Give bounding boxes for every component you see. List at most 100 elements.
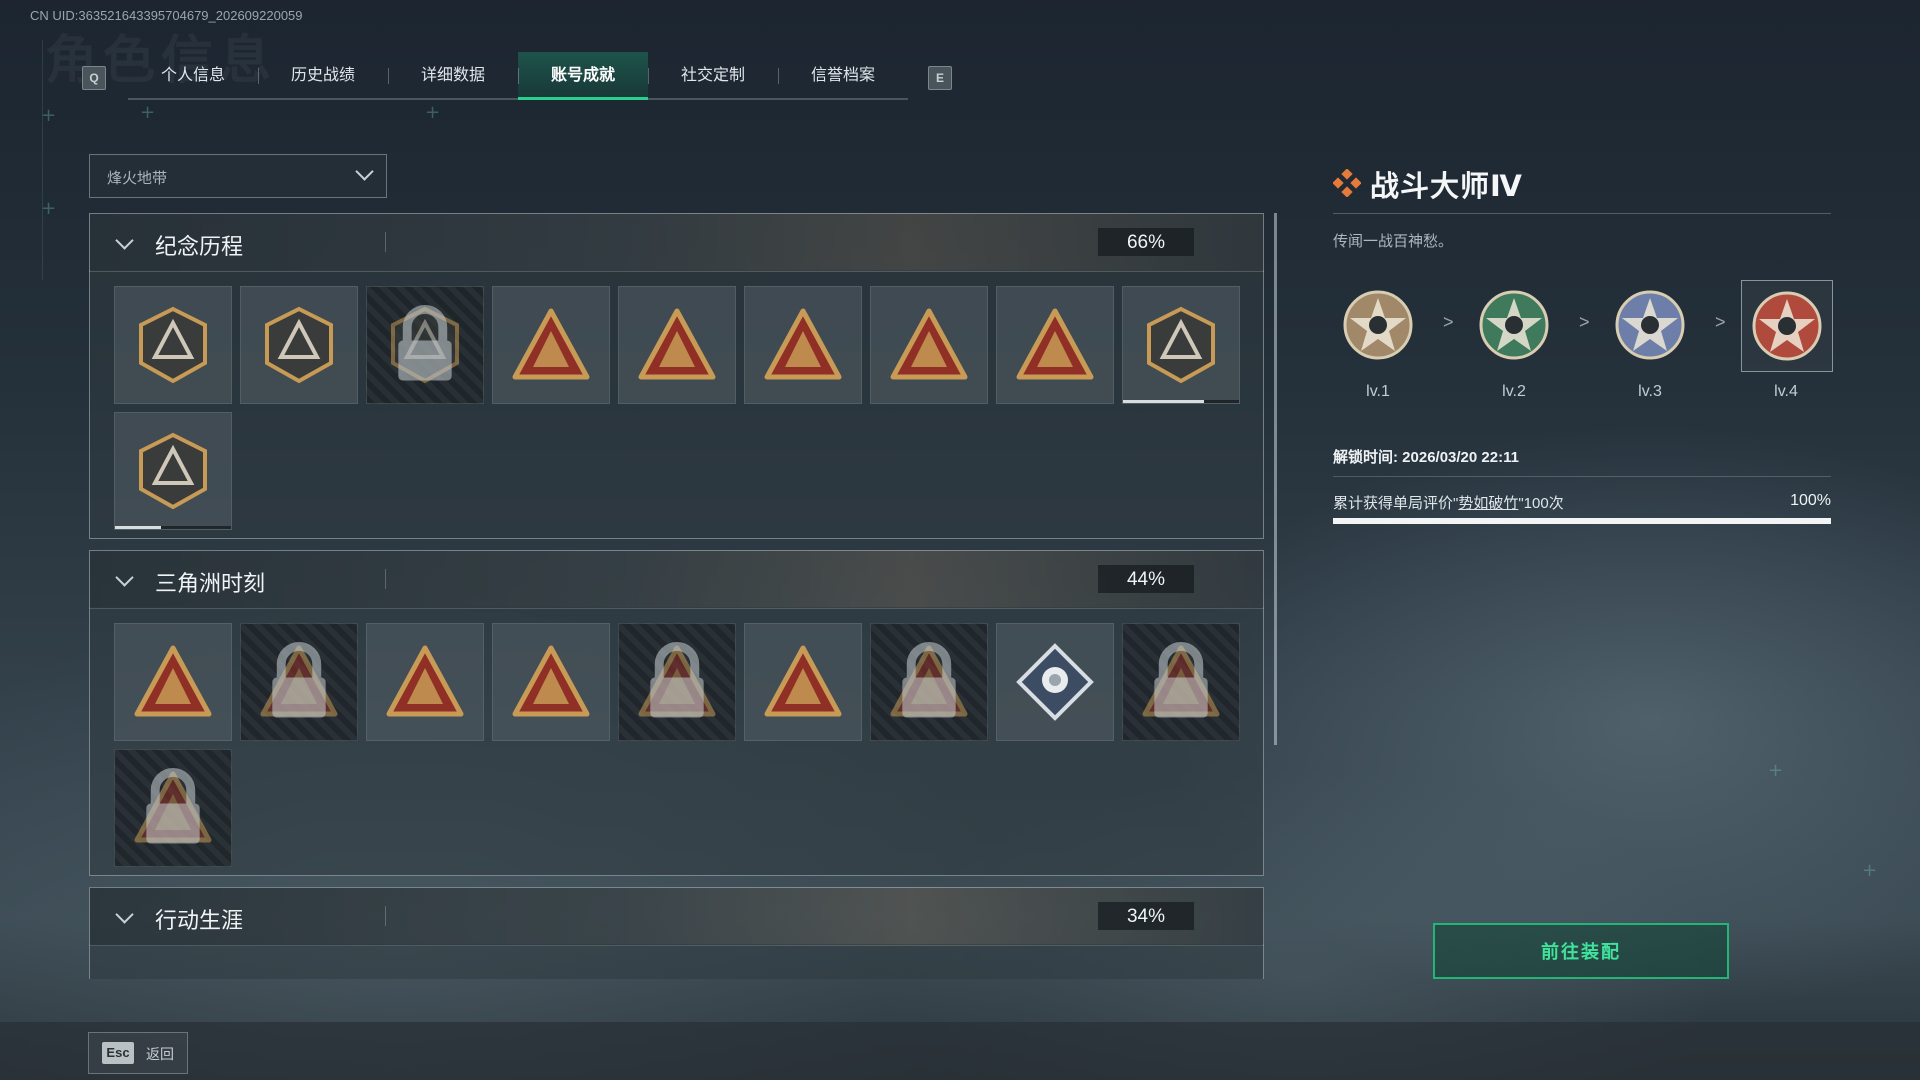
level-arrow: >	[1579, 312, 1590, 332]
delta-force-2026-badge-icon	[139, 432, 207, 510]
category-badge-grid	[89, 270, 1264, 539]
hud-cross-icon: +	[41, 198, 57, 219]
category-header[interactable]: 纪念历程 66%	[89, 213, 1264, 272]
hud-cross-icon: +	[1862, 860, 1878, 881]
level-star-badge-icon	[1615, 290, 1685, 360]
mode-filter-dropdown[interactable]: 烽火地带	[89, 154, 387, 198]
achievement-diamond-icon	[1333, 169, 1361, 197]
hud-cross-icon: +	[1768, 760, 1784, 781]
divider	[385, 906, 386, 926]
tab-4[interactable]: 账号成就	[518, 52, 648, 100]
level-arrow: >	[1443, 312, 1454, 332]
lock-icon	[650, 642, 704, 718]
helicopter-badge-icon	[265, 306, 333, 384]
badge-tile[interactable]	[744, 286, 862, 404]
category-badge-grid	[89, 607, 1264, 876]
chevron-down-icon	[115, 905, 134, 924]
back-button[interactable]: Esc 返回	[88, 1032, 188, 1074]
lock-icon	[1154, 642, 1208, 718]
badge-tile[interactable]	[366, 286, 484, 404]
s9-aircraft-badge-icon	[638, 308, 716, 380]
level-label: lv.3	[1638, 383, 1662, 400]
progress-fill	[1123, 400, 1205, 403]
badge-tile[interactable]	[996, 286, 1114, 404]
level-label: lv.2	[1502, 383, 1526, 400]
delta-force-crest-badge-icon	[1147, 306, 1215, 384]
chevron-down-icon	[115, 231, 134, 250]
chevron-down-icon	[115, 568, 134, 587]
category-progress: 66%	[1098, 228, 1194, 256]
category-title: 行动生涯	[155, 908, 244, 933]
rose-diamond-badge-icon	[1016, 643, 1094, 721]
prev-tab-key[interactable]: Q	[82, 66, 106, 90]
tab-2[interactable]: 历史战绩	[258, 52, 388, 98]
level-star-badge-icon	[1752, 291, 1822, 361]
tab-1[interactable]: 个人信息	[128, 52, 258, 98]
divider	[385, 569, 386, 589]
badge-progress-bar	[1123, 400, 1239, 403]
badge-tile[interactable]	[366, 623, 484, 741]
badge-tile[interactable]	[870, 623, 988, 741]
dropdown-selected-value: 烽火地带	[107, 170, 168, 187]
hud-cross-icon: +	[41, 105, 57, 126]
s8-train-badge-icon	[512, 308, 590, 380]
progress-fill	[115, 526, 162, 529]
level-label: lv.1	[1366, 383, 1390, 400]
level-badge-1[interactable]	[1333, 280, 1423, 370]
category-title: 纪念历程	[155, 234, 244, 259]
lock-icon	[398, 305, 452, 381]
level-badge-3[interactable]	[1605, 280, 1695, 370]
badge-tile[interactable]	[618, 286, 736, 404]
robot-triangle-badge-icon	[134, 645, 212, 717]
chevron-down-icon	[355, 162, 374, 181]
badge-tile[interactable]	[618, 623, 736, 741]
lock-icon	[902, 642, 956, 718]
list-scrollbar[interactable]	[1274, 213, 1277, 745]
tab-3[interactable]: 详细数据	[388, 52, 518, 98]
achievement-category-list[interactable]: 纪念历程 66% 三角洲时刻 44% 行动生涯 34%	[89, 213, 1264, 979]
badge-tile[interactable]	[114, 286, 232, 404]
tab-6[interactable]: 信誉档案	[778, 52, 908, 98]
category-progress-text: 34%	[1126, 906, 1166, 927]
level-arrow: >	[1715, 312, 1726, 332]
badge-tile[interactable]	[492, 286, 610, 404]
requirement-progress-bar	[1333, 518, 1831, 524]
back-label: 返回	[146, 1046, 174, 1062]
lock-icon	[146, 768, 200, 844]
badge-tile[interactable]	[114, 412, 232, 530]
category-header[interactable]: 行动生涯 34%	[89, 887, 1264, 946]
number-2-badge-icon	[1016, 308, 1094, 380]
badge-tile[interactable]	[240, 286, 358, 404]
category-progress: 44%	[1098, 565, 1194, 593]
badge-tile[interactable]	[240, 623, 358, 741]
requirement-text: 累计获得单局评价"势如破竹"100次	[1333, 495, 1564, 512]
category-header[interactable]: 三角洲时刻 44%	[89, 550, 1264, 609]
requirement-keyword: 势如破竹	[1458, 495, 1519, 512]
badge-tile[interactable]	[996, 623, 1114, 741]
level-badge-2[interactable]	[1469, 280, 1559, 370]
level-star-badge-icon	[1479, 290, 1549, 360]
tab-bar: 个人信息 历史战绩 详细数据 账号成就 社交定制 信誉档案	[128, 52, 908, 100]
hud-cross-icon: +	[140, 102, 156, 123]
footer-bar	[0, 1022, 1920, 1080]
level-star-badge-icon	[1343, 290, 1413, 360]
badge-tile[interactable]	[1122, 286, 1240, 404]
divider	[1333, 213, 1831, 214]
esc-key-icon: Esc	[102, 1042, 134, 1064]
level-badge-4[interactable]	[1741, 280, 1833, 372]
badge-tile[interactable]	[870, 286, 988, 404]
badge-tile[interactable]	[744, 623, 862, 741]
next-tab-key[interactable]: E	[928, 66, 952, 90]
badge-tile[interactable]	[114, 749, 232, 867]
category-title: 三角洲时刻	[155, 571, 266, 596]
go-equip-button[interactable]: 前往装配	[1433, 923, 1729, 979]
category-progress: 34%	[1098, 902, 1194, 930]
category-progress-text: 66%	[1126, 232, 1166, 253]
badge-tile[interactable]	[114, 623, 232, 741]
diamond-triangle-badge-icon	[386, 645, 464, 717]
tab-5[interactable]: 社交定制	[648, 52, 778, 98]
level-label: lv.4	[1774, 383, 1798, 400]
delta-emblem-icon	[139, 306, 207, 384]
badge-tile[interactable]	[492, 623, 610, 741]
badge-tile[interactable]	[1122, 623, 1240, 741]
